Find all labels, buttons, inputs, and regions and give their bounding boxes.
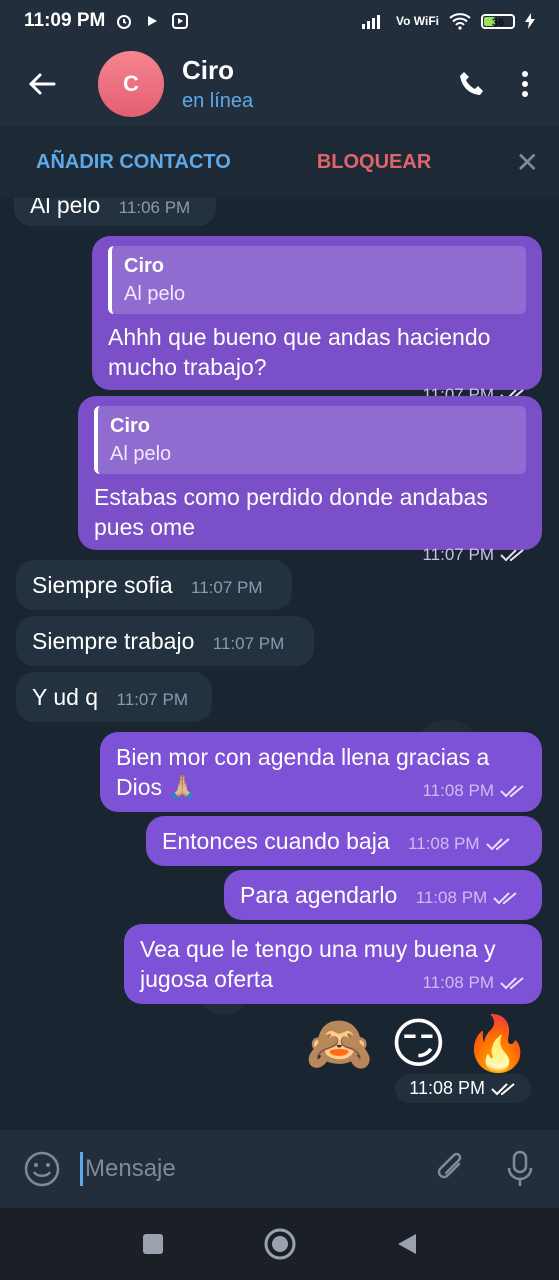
home-button-icon[interactable] (264, 1228, 296, 1260)
battery-level: 36 (491, 16, 505, 29)
chat-area[interactable]: Al pelo 11:06 PM Ciro Al pelo Ahhh que b… (0, 198, 559, 1130)
phone-icon[interactable] (457, 69, 487, 99)
message-text: Entonces cuando baja (162, 828, 390, 854)
double-check-icon (500, 785, 524, 798)
microphone-icon[interactable] (507, 1150, 533, 1188)
message-incoming[interactable]: Y ud q 11:07 PM (16, 672, 212, 722)
vowifi-label: Vo WiFi (396, 14, 439, 28)
reply-preview[interactable]: Ciro Al pelo (108, 246, 526, 314)
recents-button-icon[interactable] (142, 1233, 164, 1255)
double-check-icon (485, 838, 510, 851)
status-time: 11:09 PM (24, 10, 106, 31)
system-nav-bar (0, 1208, 559, 1280)
message-time: 11:08 PM (408, 834, 480, 853)
message-outgoing[interactable]: Para agendarlo 11:08 PM (224, 870, 542, 920)
message-input[interactable]: Mensaje (85, 1155, 176, 1183)
attachment-icon[interactable] (435, 1150, 467, 1186)
reply-preview[interactable]: Ciro Al pelo (94, 406, 526, 474)
contact-action-bar: AÑADIR CONTACTO BLOQUEAR ✕ (0, 126, 559, 198)
message-outgoing[interactable]: Bien mor con agenda llena gracias a Dios… (100, 732, 542, 812)
back-button[interactable] (0, 72, 84, 96)
message-time: 11:07 PM (422, 545, 494, 564)
message-time: 11:06 PM (118, 198, 191, 217)
back-arrow-icon (28, 73, 56, 95)
message-text: Al pelo (30, 198, 101, 218)
emoji-text: 🙈 😏 🔥 (305, 1012, 531, 1075)
back-button-icon[interactable] (396, 1232, 418, 1256)
peer-info[interactable]: Ciro en línea (182, 55, 253, 113)
message-outgoing[interactable]: Ciro Al pelo Ahhh que bueno que andas ha… (92, 236, 542, 404)
play-icon (148, 16, 158, 26)
double-check-icon (491, 1082, 515, 1095)
message-time: 11:08 PM (409, 1078, 485, 1098)
message-incoming[interactable]: Al pelo 11:06 PM (14, 198, 216, 226)
status-bar: 11:09 PM Vo WiFi 36 (0, 0, 559, 42)
message-composer: Mensaje (0, 1130, 559, 1208)
double-check-icon (500, 549, 524, 562)
message-text: Ahhh que bueno que andas haciendo mucho … (108, 324, 491, 380)
message-text: Siempre trabajo (32, 628, 195, 654)
double-check-icon (493, 892, 517, 905)
charging-icon (525, 13, 535, 29)
add-contact-button[interactable]: AÑADIR CONTACTO (36, 151, 231, 174)
message-time: 11:07 PM (191, 578, 263, 597)
signal-icon (362, 15, 380, 29)
message-time: 11:08 PM (422, 973, 494, 992)
message-text: Para agendarlo (240, 882, 398, 908)
emoji-message-meta: 11:08 PM (395, 1074, 531, 1103)
double-check-icon (500, 977, 524, 990)
emoji-message[interactable]: 🙈 😏 🔥 (306, 1012, 531, 1076)
reply-text: Al pelo (110, 443, 172, 465)
message-outgoing[interactable]: Entonces cuando baja 11:08 PM (146, 816, 542, 866)
block-button[interactable]: BLOQUEAR (317, 151, 431, 174)
peer-status: en línea (182, 90, 254, 112)
message-incoming[interactable]: Siempre trabajo 11:07 PM (16, 616, 314, 666)
message-incoming[interactable]: Siempre sofia 11:07 PM (16, 560, 292, 610)
peer-name: Ciro (182, 55, 234, 85)
message-outgoing[interactable]: Vea que le tengo una muy buena y jugosa … (124, 924, 542, 1004)
wifi-icon (449, 13, 471, 30)
screen-record-icon (172, 13, 189, 29)
avatar-letter: C (123, 71, 139, 96)
avatar[interactable]: C (98, 51, 164, 117)
more-options-icon[interactable] (521, 70, 529, 98)
message-time: 11:07 PM (212, 634, 285, 653)
chat-header: C Ciro en línea (0, 42, 559, 126)
message-outgoing[interactable]: Ciro Al pelo Estabas como perdido donde … (78, 396, 542, 564)
reply-name: Ciro (124, 255, 164, 277)
text-cursor (80, 1152, 83, 1186)
message-time: 11:07 PM (116, 690, 188, 709)
emoji-icon[interactable] (24, 1151, 60, 1187)
close-icon[interactable]: ✕ (516, 146, 539, 179)
reply-name: Ciro (110, 415, 150, 437)
reply-text: Al pelo (124, 283, 186, 305)
message-time: 11:08 PM (422, 781, 494, 800)
message-text: Estabas como perdido donde andabas pues … (94, 484, 488, 540)
message-time: 11:08 PM (415, 888, 488, 907)
message-text: Y ud q (32, 684, 99, 710)
alarm-icon (117, 15, 132, 29)
message-text: Siempre sofia (32, 572, 173, 598)
battery-icon: 36 (481, 13, 515, 29)
